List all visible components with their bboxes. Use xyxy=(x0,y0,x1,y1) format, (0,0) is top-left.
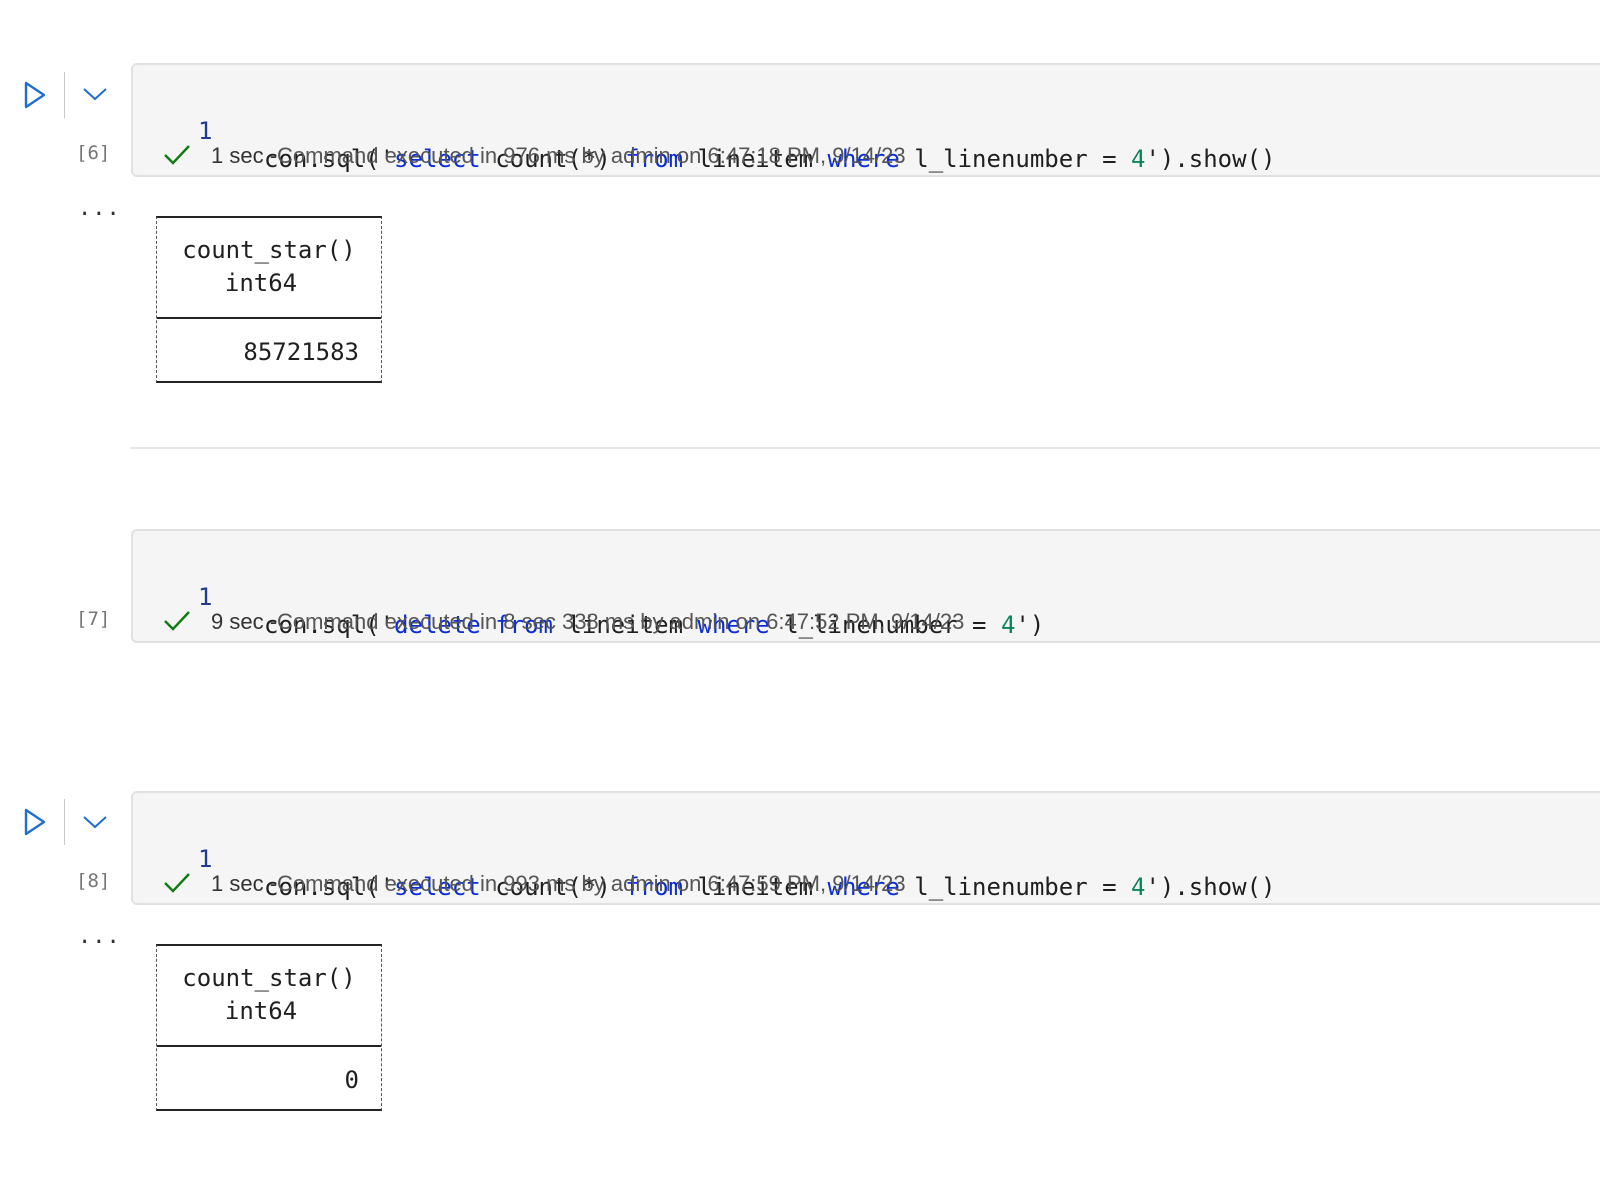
execution-status: 1 sec -Command executed in 993 ms by adm… xyxy=(163,871,906,897)
output-column-name: count_star() xyxy=(182,964,356,992)
play-icon[interactable] xyxy=(22,80,48,110)
line-number: 1 xyxy=(198,845,213,873)
execution-status: 9 sec -Command executed in 8 sec 338 ms … xyxy=(163,609,964,635)
code-cell[interactable]: 1 con.sql('select count(*) from lineitem… xyxy=(131,791,1600,905)
execution-count: [8] xyxy=(76,870,111,892)
output-column-name: count_star() xyxy=(182,236,356,264)
output-value: 0 xyxy=(344,1066,359,1094)
output-table: count_star() int64 85721583 xyxy=(156,216,382,383)
code-cell[interactable]: 1 con.sql('delete from lineitem where l_… xyxy=(131,529,1600,643)
status-duration: 1 sec - xyxy=(211,871,278,896)
status-duration: 9 sec - xyxy=(211,609,278,634)
execution-count: [7] xyxy=(76,608,111,630)
play-icon[interactable] xyxy=(22,807,48,837)
code-cell[interactable]: 1 con.sql('select count(*) from lineitem… xyxy=(131,63,1600,177)
checkmark-icon xyxy=(164,611,190,631)
chevron-down-icon[interactable] xyxy=(81,812,109,832)
toolbar-divider xyxy=(64,799,65,845)
toolbar-divider xyxy=(64,72,65,118)
chevron-down-icon[interactable] xyxy=(81,84,109,104)
status-duration: 1 sec - xyxy=(211,143,278,168)
code-line[interactable]: 1 con.sql('select count(*) from lineitem… xyxy=(133,817,1275,901)
checkmark-icon xyxy=(164,873,190,893)
output-column-type: int64 xyxy=(224,269,298,297)
checkmark-icon xyxy=(164,145,190,165)
output-table-row: 0 xyxy=(157,1047,381,1111)
execution-status: 1 sec -Command executed in 976 ms by adm… xyxy=(163,143,906,169)
output-table-header: count_star() int64 xyxy=(157,946,381,1047)
output-value: 85721583 xyxy=(243,338,359,366)
status-message: Command executed in 976 ms by admin on 6… xyxy=(277,143,906,168)
line-number: 1 xyxy=(198,117,213,145)
cell-divider xyxy=(130,447,1600,449)
code-line[interactable]: 1 con.sql('delete from lineitem where l_… xyxy=(133,555,1044,639)
status-message: Command executed in 8 sec 338 ms by admi… xyxy=(277,609,965,634)
output-table: count_star() int64 0 xyxy=(156,944,382,1111)
line-number: 1 xyxy=(198,583,213,611)
status-message: Command executed in 993 ms by admin on 6… xyxy=(277,871,906,896)
output-column-type: int64 xyxy=(224,997,298,1025)
execution-count: [6] xyxy=(76,142,111,164)
output-table-header: count_star() int64 xyxy=(157,218,381,319)
code-line[interactable]: 1 con.sql('select count(*) from lineitem… xyxy=(133,89,1275,173)
output-table-row: 85721583 xyxy=(157,319,381,383)
output-more-button[interactable]: ... xyxy=(78,196,121,221)
output-more-button[interactable]: ... xyxy=(78,924,121,949)
